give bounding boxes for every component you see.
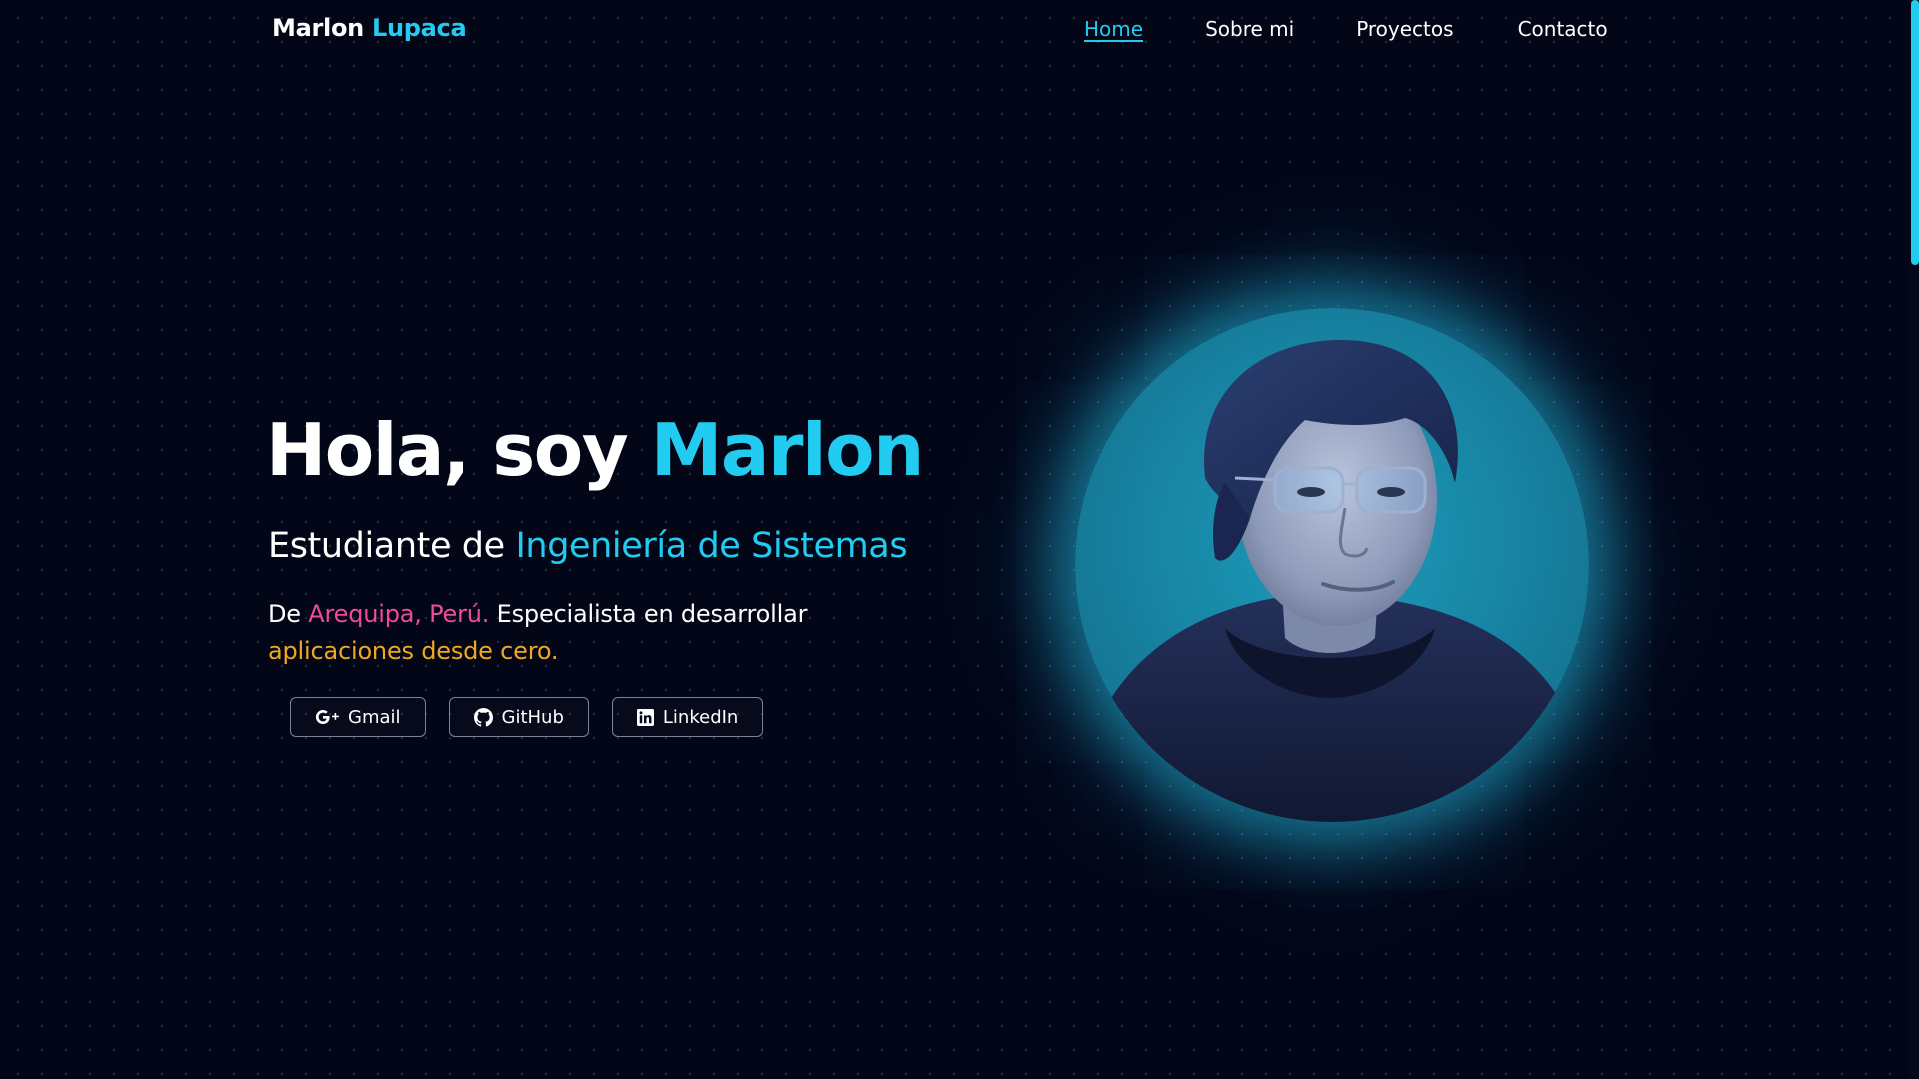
linkedin-button-label: LinkedIn — [662, 706, 739, 728]
hero-title-prefix: Hola, soy — [266, 408, 651, 492]
hero-title: Hola, soy Marlon — [266, 414, 924, 486]
nav-sobre-mi[interactable]: Sobre mi — [1205, 17, 1294, 41]
github-button-label: GitHub — [501, 706, 564, 728]
profile-photo-illustration — [1075, 339, 1589, 822]
hero-subtitle: Estudiante de Ingeniería de Sistemas — [268, 526, 908, 566]
linkedin-icon — [636, 708, 654, 726]
hero-desc-location: Arequipa, Perú. — [308, 600, 490, 628]
linkedin-button[interactable]: LinkedIn — [611, 697, 764, 737]
gmail-button[interactable]: Gmail — [290, 697, 426, 737]
nav-home[interactable]: Home — [1084, 17, 1143, 41]
hero-desc-start: De — [268, 600, 309, 628]
hero-title-name: Marlon — [650, 408, 925, 492]
brand-last-name: Lupaca — [371, 14, 467, 42]
profile-photo — [1075, 308, 1589, 822]
github-button[interactable]: GitHub — [448, 697, 589, 737]
scrollbar-track[interactable] — [1909, 0, 1919, 1079]
github-icon — [473, 707, 493, 727]
google-plus-icon — [315, 709, 339, 725]
site-header: Marlon Lupaca Home Sobre mi Proyectos Co… — [0, 0, 1900, 62]
brand-first-name: Marlon — [272, 14, 364, 42]
hero-subtitle-prefix: Estudiante de — [268, 526, 516, 566]
scrollbar-thumb[interactable] — [1911, 0, 1919, 265]
hero-desc-middle: Especialista en desarrollar — [489, 600, 808, 628]
hero-desc-highlight: aplicaciones desde cero. — [268, 637, 559, 665]
gmail-button-label: Gmail — [348, 706, 401, 728]
brand-logo[interactable]: Marlon Lupaca — [272, 14, 467, 42]
social-links: Gmail GitHub LinkedIn — [290, 697, 764, 737]
main-nav: Home Sobre mi Proyectos Contacto — [1084, 17, 1608, 41]
nav-contacto[interactable]: Contacto — [1518, 17, 1608, 41]
hero-description: De Arequipa, Perú. Especialista en desar… — [268, 596, 868, 670]
nav-proyectos[interactable]: Proyectos — [1356, 17, 1453, 41]
hero-subtitle-field: Ingeniería de Sistemas — [515, 526, 908, 566]
